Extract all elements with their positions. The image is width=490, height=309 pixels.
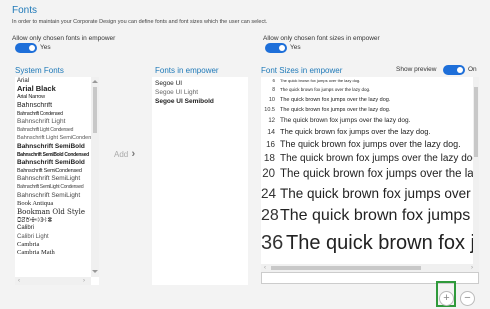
list-item[interactable]: Bahnschrift Light xyxy=(15,118,99,126)
size-value: 14 xyxy=(267,129,275,136)
page-title: Fonts xyxy=(12,5,38,16)
scroll-up-icon[interactable] xyxy=(92,80,98,83)
size-preview: The quick brown fox jumps over the lazy … xyxy=(280,78,361,83)
list-item[interactable]: 8 The quick brown fox jumps over the lazy… xyxy=(261,85,473,95)
font-sizes-hscrollbar[interactable]: ‹ › xyxy=(261,264,479,272)
list-item[interactable]: Arial Narrow xyxy=(15,93,99,101)
size-preview: The quick brown fox jumps over the lazy … xyxy=(280,168,473,180)
font-sizes-list[interactable]: 6 The quick brown fox jumps over the lazy… xyxy=(261,77,479,272)
list-item[interactable]: Arial xyxy=(15,77,99,85)
preview-toggle-state: On xyxy=(468,66,477,73)
list-item[interactable]: Bahnschrift Condensed xyxy=(15,110,99,118)
list-item[interactable]: Bahnschrift xyxy=(15,102,99,110)
list-item[interactable]: Calibri Light xyxy=(15,233,99,241)
page-description: In order to maintain your Corporate Desi… xyxy=(12,19,268,25)
chevron-right-icon: › xyxy=(131,148,136,160)
size-value: 10.5 xyxy=(264,107,275,113)
list-item[interactable]: 6 The quick brown fox jumps over the lazy… xyxy=(261,77,473,85)
fonts-toggle[interactable] xyxy=(15,43,37,53)
list-item[interactable]: 16 The quick brown fox jumps over the laz… xyxy=(261,138,473,151)
list-item[interactable]: 14 The quick brown fox jumps over the laz… xyxy=(261,126,473,138)
plus-icon[interactable]: + xyxy=(439,291,454,306)
list-item[interactable]: Bahnschrift Light SemiCondensed xyxy=(15,134,99,142)
size-preview: The quick brown fox jumps over the lazy … xyxy=(280,153,473,164)
preview-toggle[interactable] xyxy=(443,65,465,75)
size-value: 18 xyxy=(263,153,275,164)
list-item[interactable]: Segoe UI Light xyxy=(152,88,248,97)
sizes-toggle[interactable] xyxy=(265,43,287,53)
list-item[interactable]: Bahnschrift SemiCondensed xyxy=(15,167,99,175)
scroll-thumb[interactable] xyxy=(474,87,478,157)
scroll-left-icon[interactable]: ‹ xyxy=(264,265,266,271)
list-item[interactable]: Calibri xyxy=(15,224,99,232)
size-value: 36 xyxy=(261,232,284,254)
add-font-button[interactable]: Add › xyxy=(114,148,135,160)
fonts-toggle-state: Yes xyxy=(40,44,51,51)
list-item[interactable]: Bookman Old Style xyxy=(15,208,99,216)
system-fonts-heading: System Fonts xyxy=(15,66,64,75)
size-preview: The quick brown fox jumps over the lazy … xyxy=(286,232,473,254)
sizes-toggle-state: Yes xyxy=(290,44,301,51)
scroll-thumb[interactable] xyxy=(271,266,421,270)
list-item[interactable]: ꗞꗟ꘠ꗳꗺꘀꖎꗵ xyxy=(15,216,99,224)
list-item[interactable]: 10 The quick brown fox jumps over the laz… xyxy=(261,95,473,105)
scroll-thumb[interactable] xyxy=(93,87,97,133)
fonts-toggle-label: Allow only chosen fonts in empower xyxy=(12,35,116,42)
list-item[interactable]: 12 The quick brown fox jumps over the laz… xyxy=(261,115,473,126)
list-item[interactable]: 28The quick brown fox jumps over the laz… xyxy=(261,204,473,228)
list-item[interactable]: Cambria xyxy=(15,241,99,249)
system-fonts-vscrollbar[interactable] xyxy=(91,77,99,277)
list-item[interactable]: Segoe UI Semibold xyxy=(152,97,248,106)
list-item[interactable]: Bahnschrift SemiBold Condensed xyxy=(15,151,99,159)
sizes-toggle-label: Allow only chosen font sizes in empower xyxy=(263,35,380,42)
system-fonts-list[interactable]: Arial Arial Black Arial Narrow Bahnschri… xyxy=(15,77,99,285)
minus-icon[interactable]: − xyxy=(460,291,475,306)
size-value: 24 xyxy=(261,186,277,201)
size-value: 12 xyxy=(268,118,275,124)
size-preview: The quick brown fox jumps over the lazy … xyxy=(280,207,473,224)
font-sizes-vscrollbar[interactable] xyxy=(473,77,479,264)
scroll-right-icon[interactable]: › xyxy=(83,278,85,284)
list-item[interactable]: Book Antiqua xyxy=(15,200,99,208)
size-preview: The quick brown fox jumps over the lazy … xyxy=(280,127,431,136)
list-item[interactable]: Bahnschrift SemiLight xyxy=(15,175,99,183)
scroll-down-icon[interactable] xyxy=(92,270,98,273)
size-preview: The quick brown fox jumps over the lazy … xyxy=(280,117,411,124)
list-item[interactable]: Segoe UI xyxy=(152,79,248,88)
list-item[interactable]: 24The quick brown fox jumps over the laz… xyxy=(261,183,473,204)
size-value: 16 xyxy=(266,140,275,149)
list-item[interactable]: Bahnschrift SemiLight xyxy=(15,192,99,200)
add-font-label: Add xyxy=(114,150,129,159)
list-item[interactable]: Bahnschrift SemiLight Condensed xyxy=(15,183,99,191)
size-preview: The quick brown fox jumps over the lazy … xyxy=(280,139,461,149)
system-fonts-hscrollbar[interactable]: ‹ › xyxy=(15,277,91,285)
list-item[interactable]: 20 The quick brown fox jumps over the laz… xyxy=(261,166,473,183)
size-value: 28 xyxy=(261,207,279,224)
list-item[interactable]: Bahnschrift SemiBold xyxy=(15,143,99,151)
size-preview: The quick brown fox jumps over the lazy … xyxy=(280,97,391,103)
empower-fonts-list[interactable]: Segoe UI Segoe UI Light Segoe UI Semibol… xyxy=(152,77,248,285)
empower-fonts-heading: Fonts in empower xyxy=(155,66,219,75)
size-preview: The quick brown fox jumps over the lazy … xyxy=(280,87,371,92)
list-item[interactable]: 36The quick brown fox jumps over the laz… xyxy=(261,228,473,258)
preview-label: Show preview xyxy=(396,66,437,73)
size-preview: The quick brown fox jumps over the lazy … xyxy=(280,107,391,113)
list-item[interactable]: Arial Black xyxy=(15,85,99,93)
list-item[interactable]: Bahnschrift Light Condensed xyxy=(15,126,99,134)
list-item[interactable]: Bahnschrift SemiBold xyxy=(15,159,99,167)
list-item[interactable]: 18 The quick brown fox jumps over the laz… xyxy=(261,151,473,166)
list-item[interactable]: Cambria Math xyxy=(15,249,99,257)
scroll-left-icon[interactable]: ‹ xyxy=(18,278,20,284)
scroll-right-icon[interactable]: › xyxy=(471,265,473,271)
font-sizes-heading: Font Sizes in empower xyxy=(261,66,343,75)
list-item[interactable]: 10.5 The quick brown fox jumps over the l… xyxy=(261,105,473,115)
size-value: 10 xyxy=(268,97,275,103)
size-value: 6 xyxy=(272,78,275,83)
size-preview: The quick brown fox jumps over the lazy … xyxy=(280,186,473,201)
size-value: 20 xyxy=(262,168,275,180)
size-value: 8 xyxy=(272,87,275,93)
